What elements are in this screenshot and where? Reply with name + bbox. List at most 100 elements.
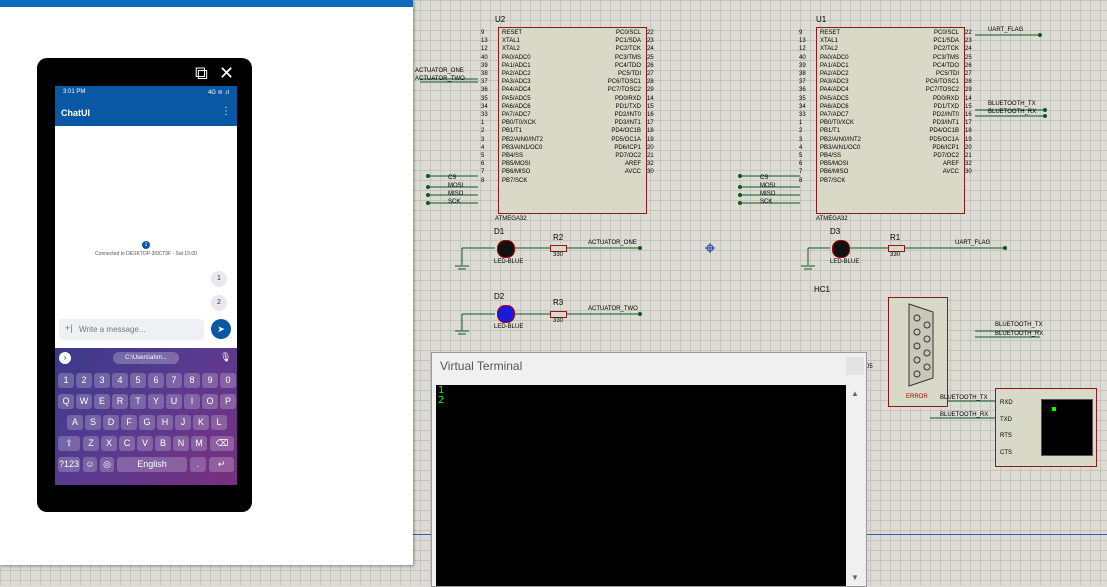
key-period[interactable]: .	[190, 457, 206, 472]
backspace-icon[interactable]: ⌫	[210, 436, 234, 451]
phone-screen: 3:01 PM 4G ≋ .ıl ChatUI ⋮ 1 Connected to…	[55, 86, 237, 485]
key-m[interactable]: M	[191, 436, 207, 451]
u2-net-miso: MISO	[448, 191, 464, 197]
send-icon[interactable]: ➤	[211, 319, 231, 339]
r3-value: 330	[553, 318, 564, 324]
enter-icon[interactable]: ↵	[209, 457, 234, 472]
key-8[interactable]: 8	[184, 373, 200, 388]
soft-keyboard[interactable]: › C:\Users\ahm... 🎙 1234567890 QWERTYUIOP…	[55, 348, 237, 485]
key-6[interactable]: 6	[148, 373, 164, 388]
shift-icon[interactable]: ⇧	[58, 436, 80, 451]
cursor-icon: +|	[65, 323, 73, 333]
r1-net: UART_FLAG	[955, 240, 991, 246]
stray-label: 05	[866, 364, 873, 370]
key-n[interactable]: N	[173, 436, 189, 451]
external-link-icon[interactable]: ⧉	[195, 64, 208, 82]
key-s[interactable]: S	[85, 415, 101, 430]
hc1-ref: HC1	[814, 285, 831, 294]
net-bluetooth-rx: BLUETOOTH_RX	[988, 109, 1037, 115]
uart-pin-cts: CTS	[1000, 450, 1012, 456]
u2-net-mosi: MOSI	[448, 183, 464, 189]
uart-net-tx: BLUETOOTH_TX	[940, 395, 988, 401]
d3-type: LED-BLUE	[830, 259, 860, 265]
key-t[interactable]: T	[130, 394, 146, 409]
u2-net-cs: CS	[448, 175, 457, 181]
clipboard-chip[interactable]: C:\Users\ahm...	[113, 352, 179, 364]
emoji-icon[interactable]: ☺	[83, 457, 97, 472]
d1-body	[497, 240, 515, 258]
uart-pin-rts: RTS	[1000, 433, 1012, 439]
r1-value: 330	[890, 252, 901, 258]
u1-net-miso: MISO	[760, 191, 776, 197]
terminal-screen[interactable]: 1 2	[436, 385, 846, 586]
keyboard-expand-icon[interactable]: ›	[59, 352, 71, 364]
net-bluetooth-tx: BLUETOOTH_TX	[988, 101, 1036, 107]
panel-title-bar	[0, 0, 413, 7]
key-d[interactable]: D	[103, 415, 119, 430]
r3-net: ACTUATOR_TWO	[588, 306, 638, 312]
db9-net-tx: BLUETOOTH_TX	[995, 322, 1043, 328]
key-symbols[interactable]: ?123	[58, 457, 80, 472]
key-i[interactable]: I	[184, 394, 200, 409]
scroll-up-icon[interactable]: ▲	[851, 389, 859, 398]
db9-shape	[908, 303, 934, 387]
globe-icon[interactable]: ◎	[100, 457, 114, 472]
key-a[interactable]: A	[67, 415, 83, 430]
terminal-close-button[interactable]	[846, 357, 864, 375]
key-x[interactable]: X	[101, 436, 117, 451]
space-key[interactable]: English	[117, 457, 187, 472]
vertical-dots-icon[interactable]: ⋮	[221, 106, 231, 117]
db9-error-label: ERROR	[906, 394, 928, 400]
key-b[interactable]: B	[155, 436, 171, 451]
key-1[interactable]: 1	[58, 373, 74, 388]
key-h[interactable]: H	[157, 415, 173, 430]
terminal-scrollbar[interactable]: ▲ ▼	[847, 385, 864, 586]
scroll-down-icon[interactable]: ▼	[851, 573, 859, 582]
u1-net-cs: CS	[760, 175, 769, 181]
net-uart-flag: UART_FLAG	[988, 27, 1024, 33]
d1-ref: D1	[494, 227, 505, 236]
key-9[interactable]: 9	[202, 373, 218, 388]
key-g[interactable]: G	[139, 415, 155, 430]
d3-body	[832, 240, 850, 258]
key-4[interactable]: 4	[112, 373, 128, 388]
key-5[interactable]: 5	[130, 373, 146, 388]
key-2[interactable]: 2	[76, 373, 92, 388]
message-bubble: 2	[211, 295, 227, 311]
key-z[interactable]: Z	[83, 436, 99, 451]
key-l[interactable]: L	[211, 415, 227, 430]
key-0[interactable]: 0	[220, 373, 236, 388]
key-r[interactable]: R	[112, 394, 128, 409]
net-actuator-one: ACTUATOR_ONE	[415, 68, 464, 74]
d1-type: LED-BLUE	[494, 259, 524, 265]
r2-value: 330	[553, 252, 564, 258]
uart-net-rx: BLUETOOTH_RX	[940, 412, 989, 418]
terminal-line: 2	[438, 395, 445, 406]
key-e[interactable]: E	[94, 394, 110, 409]
key-u[interactable]: U	[166, 394, 182, 409]
key-p[interactable]: P	[220, 394, 236, 409]
key-k[interactable]: K	[193, 415, 209, 430]
key-f[interactable]: F	[121, 415, 137, 430]
key-y[interactable]: Y	[148, 394, 164, 409]
d2-body	[497, 305, 515, 323]
net-actuator-two: ACTUATOR_TWO	[415, 76, 465, 82]
key-v[interactable]: V	[137, 436, 153, 451]
d3-ref: D3	[830, 227, 841, 236]
key-w[interactable]: W	[76, 394, 92, 409]
virtual-terminal-window[interactable]: Virtual Terminal 1 2 ▲ ▼	[431, 352, 867, 587]
virtual-terminal-title: Virtual Terminal	[440, 359, 523, 373]
key-q[interactable]: Q	[58, 394, 74, 409]
mic-icon[interactable]: 🎙	[220, 352, 231, 363]
key-c[interactable]: C	[119, 436, 135, 451]
key-3[interactable]: 3	[94, 373, 110, 388]
key-j[interactable]: J	[175, 415, 191, 430]
key-o[interactable]: O	[202, 394, 218, 409]
u1-net-mosi: MOSI	[760, 183, 776, 189]
u1-net-sck: SCK	[760, 199, 773, 205]
key-7[interactable]: 7	[166, 373, 182, 388]
close-icon[interactable]: ✕	[219, 64, 234, 82]
message-input[interactable]: +| Write a message...	[59, 319, 204, 340]
db9-net-rx: BLUETOOTH_RX	[995, 331, 1044, 337]
phone-status-bar: 3:01 PM 4G ≋ .ıl	[55, 86, 237, 100]
